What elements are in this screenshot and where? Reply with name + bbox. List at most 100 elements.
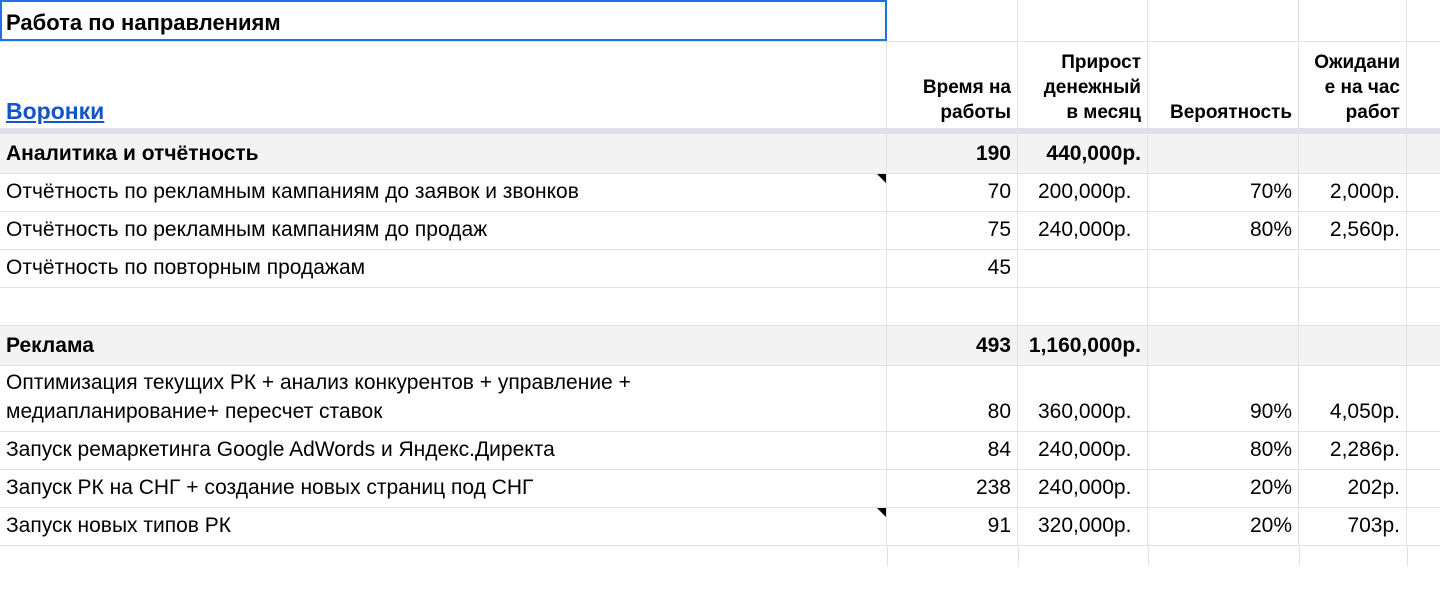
group-time-cell[interactable]: 190 xyxy=(887,134,1018,173)
cell[interactable] xyxy=(1407,42,1440,128)
cell[interactable] xyxy=(1407,326,1440,365)
task-probability-cell[interactable]: 20% xyxy=(1148,508,1299,545)
task-expectation-cell[interactable] xyxy=(1299,250,1407,287)
task-time-cell[interactable]: 75 xyxy=(887,212,1018,249)
task-growth-cell[interactable]: 320,000р. xyxy=(1018,508,1148,545)
task-expectation-cell[interactable]: 4,050р. xyxy=(1299,366,1407,431)
title-cell[interactable]: Работа по направлениям xyxy=(0,0,887,41)
task-time-cell[interactable]: 91 xyxy=(887,508,1018,545)
cell[interactable] xyxy=(1299,0,1407,41)
task-probability-cell[interactable] xyxy=(1148,250,1299,287)
task-name-cell[interactable]: Отчётность по рекламным кампаниям до зая… xyxy=(0,174,887,211)
task-probability-cell[interactable]: 70% xyxy=(1148,174,1299,211)
task-name-cell[interactable]: Запуск РК на СНГ + создание новых страни… xyxy=(0,470,887,507)
task-growth: 200,000р. xyxy=(1038,180,1132,203)
table-row: Запуск ремаркетинга Google AdWords и Янд… xyxy=(0,432,1440,470)
task-name-cell[interactable]: Запуск новых типов РК xyxy=(0,508,887,545)
header-growth[interactable]: Прирост денежный в месяц xyxy=(1018,42,1148,128)
group-time: 493 xyxy=(975,334,1011,357)
note-indicator-icon[interactable] xyxy=(877,174,886,183)
task-expectation-cell[interactable]: 2,560р. xyxy=(1299,212,1407,249)
task-name-line: медиапланирование+ пересчет ставок xyxy=(6,400,383,423)
task-expectation-cell[interactable]: 2,000р. xyxy=(1299,174,1407,211)
task-time-cell[interactable]: 84 xyxy=(887,432,1018,469)
task-growth-cell[interactable]: 240,000р. xyxy=(1018,432,1148,469)
cell[interactable] xyxy=(1299,134,1407,173)
task-name-cell[interactable]: Запуск ремаркетинга Google AdWords и Янд… xyxy=(0,432,887,469)
group-growth-cell[interactable]: 440,000р. xyxy=(1018,134,1148,173)
task-probability-cell[interactable]: 20% xyxy=(1148,470,1299,507)
grid-line xyxy=(1407,546,1408,566)
task-name-cell[interactable]: Отчётность по рекламным кампаниям до про… xyxy=(0,212,887,249)
task-growth-cell[interactable]: 240,000р. xyxy=(1018,212,1148,249)
task-growth-cell[interactable]: 240,000р. xyxy=(1018,470,1148,507)
table-row: Оптимизация текущих РК + анализ конкурен… xyxy=(0,366,1440,432)
task-expectation-cell[interactable]: 2,286р. xyxy=(1299,432,1407,469)
group-growth-cell[interactable]: 1,160,000р. xyxy=(1018,326,1148,365)
cell[interactable] xyxy=(1407,0,1440,41)
spreadsheet-grid: Работа по направлениям Воронки Время на … xyxy=(0,0,1440,600)
table-row: Отчётность по повторным продажам 45 xyxy=(0,250,1440,288)
group-growth: 1,160,000р. xyxy=(1028,334,1141,357)
funnels-link[interactable]: Воронки xyxy=(6,98,104,125)
group-growth: 440,000р. xyxy=(1046,142,1141,165)
cell[interactable] xyxy=(1148,326,1299,365)
task-expectation-cell[interactable]: 703р. xyxy=(1299,508,1407,545)
task-name: Запуск новых типов РК xyxy=(6,514,232,537)
task-probability-cell[interactable]: 80% xyxy=(1148,432,1299,469)
cell[interactable] xyxy=(1148,134,1299,173)
cell[interactable] xyxy=(1018,288,1148,325)
task-name-cell[interactable]: Оптимизация текущих РК + анализ конкурен… xyxy=(0,366,887,431)
cell[interactable] xyxy=(1407,288,1440,325)
funnels-link-cell[interactable]: Воронки xyxy=(0,42,887,128)
header-expectation[interactable]: Ожидани е на час работ xyxy=(1299,42,1407,128)
cell[interactable] xyxy=(1018,0,1148,41)
header-probability[interactable]: Вероятность xyxy=(1148,42,1299,128)
task-time: 84 xyxy=(987,438,1011,461)
group-row: Аналитика и отчётность 190 440,000р. xyxy=(0,134,1440,174)
cell[interactable] xyxy=(1407,432,1440,469)
task-growth: 240,000р. xyxy=(1038,218,1132,241)
task-growth-cell[interactable]: 200,000р. xyxy=(1018,174,1148,211)
cell[interactable] xyxy=(1407,470,1440,507)
task-name-line: Оптимизация текущих РК + анализ конкурен… xyxy=(6,371,631,394)
cell[interactable] xyxy=(1148,288,1299,325)
task-time-cell[interactable]: 238 xyxy=(887,470,1018,507)
cell[interactable] xyxy=(1148,0,1299,41)
note-indicator-icon[interactable] xyxy=(877,508,886,517)
task-growth: 240,000р. xyxy=(1038,438,1132,461)
group-name-cell[interactable]: Реклама xyxy=(0,326,887,365)
cell[interactable] xyxy=(887,288,1018,325)
cell[interactable] xyxy=(1407,366,1440,431)
table-row: Отчётность по рекламным кампаниям до про… xyxy=(0,212,1440,250)
cell[interactable] xyxy=(0,288,887,325)
group-name-cell[interactable]: Аналитика и отчётность xyxy=(0,134,887,173)
task-name: Запуск ремаркетинга Google AdWords и Янд… xyxy=(6,438,555,461)
cell[interactable] xyxy=(1407,134,1440,173)
cell[interactable] xyxy=(1299,288,1407,325)
group-time-cell[interactable]: 493 xyxy=(887,326,1018,365)
cell[interactable] xyxy=(1407,174,1440,211)
task-name: Отчётность по рекламным кампаниям до про… xyxy=(6,218,488,241)
task-time-cell[interactable]: 80 xyxy=(887,366,1018,431)
task-time-cell[interactable]: 70 xyxy=(887,174,1018,211)
grid-line xyxy=(887,546,888,566)
header-growth-line: денежный xyxy=(1043,77,1141,98)
task-growth: 360,000р. xyxy=(1038,400,1132,423)
task-time-cell[interactable]: 45 xyxy=(887,250,1018,287)
task-name-cell[interactable]: Отчётность по повторным продажам xyxy=(0,250,887,287)
task-growth-cell[interactable]: 360,000р. xyxy=(1018,366,1148,431)
cell[interactable] xyxy=(1407,250,1440,287)
task-time: 80 xyxy=(987,400,1011,423)
sheet-title: Работа по направлениям xyxy=(6,10,281,35)
header-probability-line: Вероятность xyxy=(1169,102,1292,123)
cell[interactable] xyxy=(1299,326,1407,365)
cell[interactable] xyxy=(1407,508,1440,545)
task-probability-cell[interactable]: 90% xyxy=(1148,366,1299,431)
task-growth-cell[interactable] xyxy=(1018,250,1148,287)
task-probability-cell[interactable]: 80% xyxy=(1148,212,1299,249)
header-time[interactable]: Время на работы xyxy=(887,42,1018,128)
task-expectation-cell[interactable]: 202р. xyxy=(1299,470,1407,507)
cell[interactable] xyxy=(887,0,1018,41)
cell[interactable] xyxy=(1407,212,1440,249)
